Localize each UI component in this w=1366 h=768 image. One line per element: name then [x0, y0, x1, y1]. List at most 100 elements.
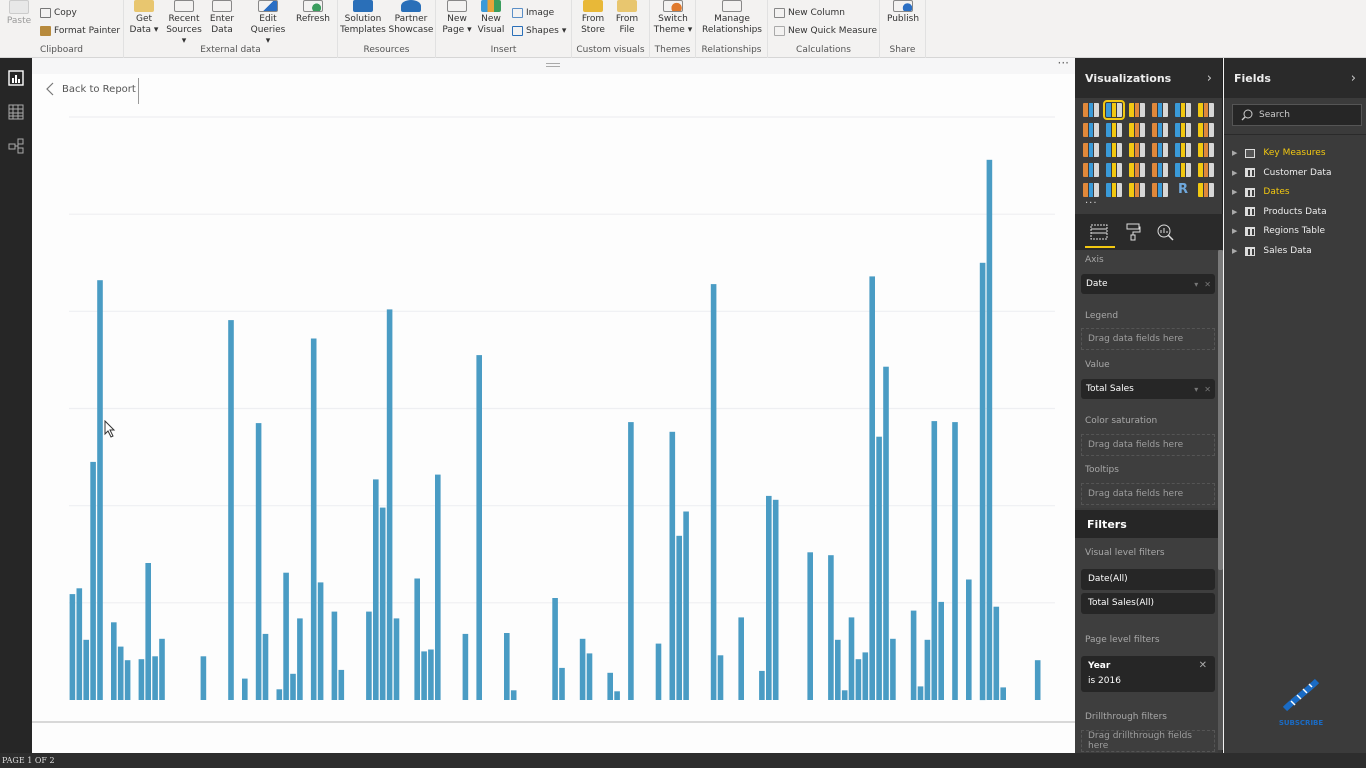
viz-scatter-icon[interactable] [1106, 143, 1122, 157]
bar[interactable] [435, 474, 441, 700]
bar[interactable] [290, 673, 296, 700]
recent-sources-button[interactable]: Recent Sources ▾ [164, 0, 204, 47]
chevron-down-icon[interactable]: ▾ [1194, 280, 1198, 289]
viz-100-stacked-column-icon[interactable] [1198, 103, 1214, 117]
bar[interactable] [559, 667, 565, 700]
bar[interactable] [876, 436, 882, 700]
bar[interactable] [331, 611, 338, 700]
viz-stacked-bar-icon[interactable] [1083, 103, 1099, 117]
bar[interactable] [366, 611, 372, 700]
more-visuals-button[interactable]: ··· [1085, 198, 1098, 209]
bar[interactable] [710, 284, 717, 700]
bar[interactable] [76, 588, 83, 700]
publish-button[interactable]: Publish [884, 0, 922, 25]
viz-area-icon[interactable] [1106, 123, 1122, 137]
bar[interactable] [152, 656, 158, 700]
bar[interactable] [552, 598, 558, 700]
expand-icon[interactable]: ▶ [1232, 247, 1237, 255]
bar[interactable] [938, 601, 944, 700]
bar[interactable] [393, 618, 400, 700]
enter-data-button[interactable]: Enter Data [208, 0, 236, 36]
bar[interactable] [428, 649, 434, 701]
bar[interactable] [1000, 687, 1006, 700]
analytics-tab[interactable] [1155, 222, 1175, 242]
bar[interactable] [683, 511, 689, 701]
bar[interactable] [862, 652, 869, 700]
viz-table-icon[interactable] [1129, 183, 1145, 197]
viz-treemap-icon[interactable] [1175, 143, 1191, 157]
legend-drop-zone[interactable]: Drag data fields here [1081, 328, 1215, 350]
bar[interactable] [979, 262, 986, 701]
bar[interactable] [952, 422, 958, 700]
bar[interactable] [310, 338, 317, 701]
bar[interactable] [993, 606, 1000, 700]
subscribe-watermark[interactable]: SUBSCRIBE [1272, 677, 1330, 727]
bar[interactable] [759, 670, 765, 700]
expand-icon[interactable]: ▶ [1232, 169, 1237, 177]
viz-pie-icon[interactable] [1129, 143, 1145, 157]
bar[interactable] [276, 689, 283, 700]
from-file-button[interactable]: From File [612, 0, 642, 36]
viz-gauge-icon[interactable] [1152, 163, 1168, 177]
viz-line-clustered-column-icon[interactable] [1152, 123, 1168, 137]
bar[interactable] [138, 659, 145, 700]
bar[interactable] [869, 276, 875, 700]
bar[interactable] [669, 431, 676, 700]
bar[interactable] [883, 366, 889, 700]
bar[interactable] [579, 638, 586, 700]
bar[interactable] [607, 672, 613, 700]
filter-card-date[interactable]: Date(All) [1081, 569, 1215, 590]
fields-search-input[interactable]: Search [1232, 104, 1362, 126]
bar[interactable] [90, 461, 96, 700]
remove-field-icon[interactable]: ✕ [1204, 385, 1211, 394]
bar[interactable] [379, 507, 386, 700]
bar[interactable] [386, 309, 393, 700]
report-view-button[interactable] [6, 68, 26, 88]
viz-arcgis-map-icon[interactable] [1198, 183, 1214, 197]
bar[interactable] [145, 563, 151, 700]
viz-donut-icon[interactable] [1152, 143, 1168, 157]
format-tab[interactable] [1123, 222, 1143, 242]
bar[interactable] [848, 617, 855, 700]
bar[interactable] [766, 495, 772, 700]
viz-ribbon-icon[interactable] [1198, 123, 1214, 137]
bar[interactable] [510, 690, 517, 700]
partner-showcase-button[interactable]: Partner Showcase [388, 0, 434, 36]
new-quick-measure-button[interactable]: New Quick Measure [774, 26, 877, 36]
data-view-button[interactable] [6, 102, 26, 122]
viz-filled-map-icon[interactable] [1083, 163, 1099, 177]
field-table-dates[interactable]: ▶ Dates [1232, 184, 1290, 200]
bar[interactable] [317, 582, 324, 700]
bar[interactable] [828, 555, 834, 700]
viz-100-stacked-bar-icon[interactable] [1175, 103, 1191, 117]
bar[interactable] [111, 622, 117, 700]
bar[interactable] [738, 617, 744, 700]
switch-theme-button[interactable]: Switch Theme ▾ [652, 0, 694, 36]
chevron-down-icon[interactable]: ▾ [1194, 385, 1198, 394]
refresh-button[interactable]: Refresh [296, 0, 330, 25]
viz-r-visual-icon[interactable]: R [1175, 183, 1191, 197]
axis-field-date[interactable]: Date ▾ ✕ [1081, 274, 1215, 294]
new-visual-button[interactable]: New Visual [476, 0, 506, 36]
bar[interactable] [97, 280, 103, 700]
field-table-sales-data[interactable]: ▶ Sales Data [1232, 243, 1312, 259]
filter-card-total-sales[interactable]: Total Sales(All) [1081, 593, 1215, 614]
bar[interactable] [966, 579, 972, 701]
bar[interactable] [835, 639, 841, 700]
paste-button[interactable]: Paste [4, 0, 34, 27]
viz-card-icon[interactable] [1198, 163, 1214, 177]
bar[interactable] [917, 686, 924, 700]
bar[interactable] [910, 610, 917, 700]
solution-templates-button[interactable]: Solution Templates [340, 0, 386, 36]
bar[interactable] [807, 552, 813, 700]
bar[interactable] [504, 633, 510, 700]
pane-scrollbar[interactable] [1218, 250, 1223, 750]
viz-stacked-area-icon[interactable] [1129, 123, 1145, 137]
expand-icon[interactable]: ▶ [1232, 208, 1237, 216]
viz-funnel-icon[interactable] [1129, 163, 1145, 177]
manage-relationships-button[interactable]: Manage Relationships [700, 0, 764, 36]
bar[interactable] [855, 659, 862, 700]
clear-filter-icon[interactable]: ✕ [1199, 660, 1207, 671]
field-table-products-data[interactable]: ▶ Products Data [1232, 204, 1327, 220]
bar[interactable] [586, 653, 593, 700]
